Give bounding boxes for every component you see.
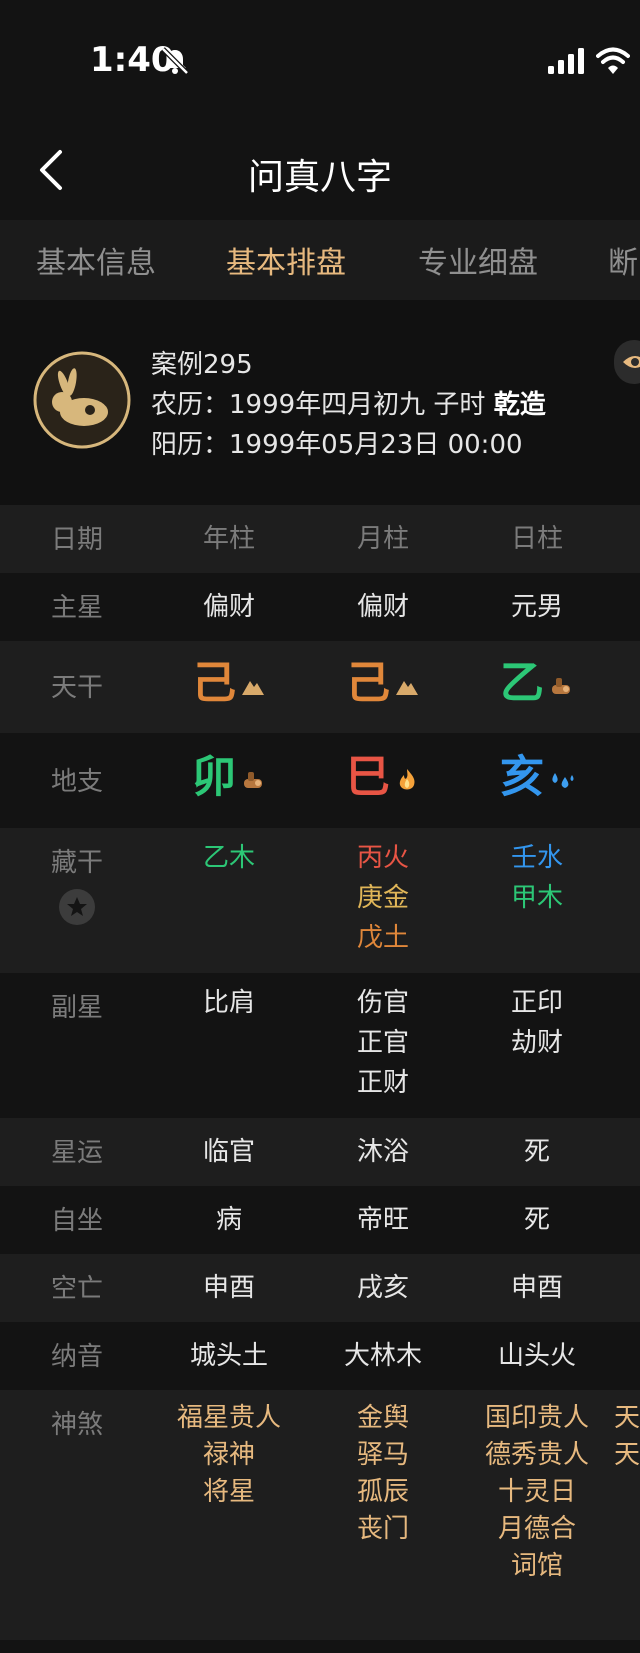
tab-bar: 基本信息 基本排盘 专业细盘 断: [0, 220, 640, 300]
kongwang-row: 空亡 申酉 戌亥 申酉: [0, 1254, 640, 1322]
fuxing-row: 副星 比肩 伤官 正官 正财 正印 劫财: [50, 988, 563, 1098]
page-title: 问真八字: [247, 157, 392, 198]
dizhi-year: 卯: [152, 755, 306, 799]
cellular-signal-icon: [548, 48, 584, 74]
canggan-row: 藏干 乙木 丙火 庚金 戊土 壬水 甲木: [0, 828, 640, 973]
bazi-chart: 日期 年柱 月柱 日柱 主星 偏财 偏财 元男 天干 己 己 乙 地支 卯 巳 …: [0, 505, 640, 1640]
tab-basic-chart[interactable]: 基本排盘: [226, 238, 346, 282]
wood-icon: [240, 765, 266, 791]
zizuo-row: 自坐 病 帝旺 死: [50, 1205, 550, 1236]
canggan-month: 丙火 庚金 戊土: [356, 843, 409, 953]
bell-muted-icon: [161, 47, 189, 75]
status-bar: 1:40: [0, 0, 640, 120]
tiangan-day: 乙: [460, 661, 614, 705]
tiangan-row: 天干 己 己 乙: [0, 641, 640, 733]
dizhi-day: 亥: [460, 755, 614, 799]
xingyun-row: 星运 临官 沐浴 死: [0, 1118, 640, 1186]
nayin-row: 纳音 城头土 大林木 山头火: [50, 1341, 576, 1372]
main-star-row: 主星 偏财 偏财 元男: [50, 592, 563, 623]
gender-label: 乾造: [493, 390, 546, 420]
water-icon: [548, 765, 574, 791]
earth-icon: [394, 671, 420, 697]
star-badge-icon[interactable]: [58, 888, 96, 926]
dizhi-row: 地支 卯 巳 亥: [0, 733, 640, 828]
fire-icon: [394, 765, 420, 791]
wifi-icon: [596, 47, 630, 74]
tab-professional-chart[interactable]: 专业细盘: [418, 238, 538, 282]
tiangan-month: 己: [306, 661, 460, 705]
case-name: 案例295: [151, 350, 253, 380]
header-row: 日期 年柱 月柱 日柱: [0, 505, 640, 573]
earth-icon: [240, 671, 266, 697]
dizhi-month: 巳: [306, 755, 460, 799]
wood-icon: [548, 671, 574, 697]
canggan-day: 壬水 甲木: [510, 843, 563, 913]
eye-icon: [623, 356, 640, 368]
canggan-year: 乙木: [202, 843, 255, 873]
lunar-date: 农历：1999年四月初九 子时 乾造: [151, 390, 546, 420]
tab-basic-info[interactable]: 基本信息: [36, 238, 156, 282]
rabbit-zodiac-avatar: [33, 351, 131, 449]
shensha-row: 神煞 福星贵人 禄神 将星 金舆 驿马 孤辰 丧门 国印贵人 德秀贵人 十灵日 …: [0, 1390, 640, 1640]
solar-date: 阳历：1999年05月23日 00:00: [151, 430, 523, 460]
tab-partial[interactable]: 断: [608, 238, 638, 282]
tiangan-year: 己: [152, 661, 306, 705]
